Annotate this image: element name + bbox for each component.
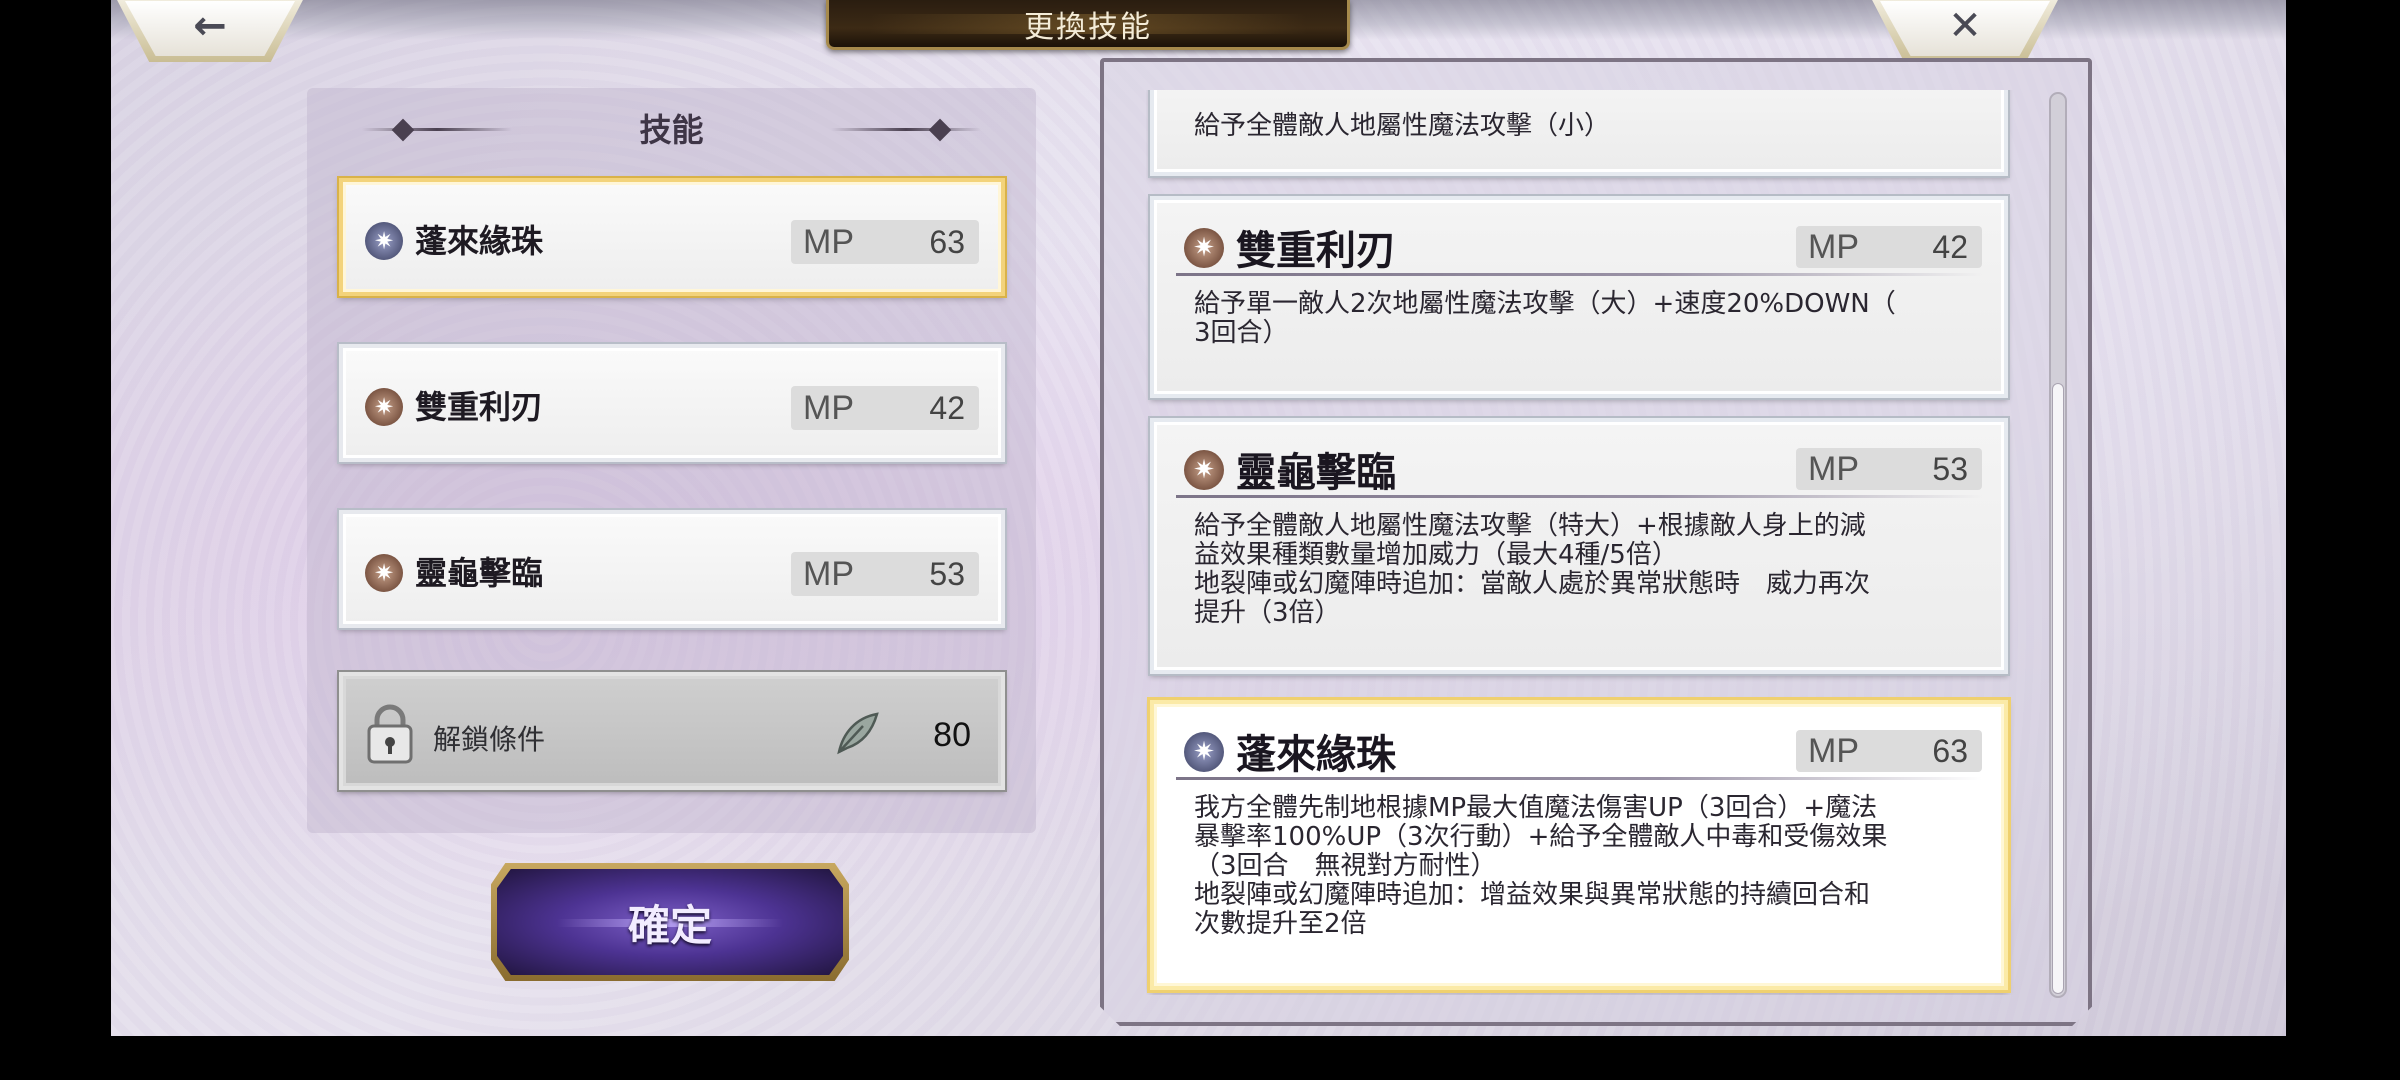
skill-list[interactable]: 給予全體敵人地屬性魔法攻擊（小） ✷ 雙重利刃 MP 42 給予單一敵人2次地屬… [1146,90,2016,995]
mp-label: MP [803,222,854,261]
mp-value: 53 [1932,450,1968,487]
skill-name: 靈龜擊臨 [415,554,544,592]
mp-value: 42 [929,389,965,426]
skill-description: 給予單一敵人2次地屬性魔法攻擊（大）+速度20%DOWN（ 3回合） [1194,289,1896,348]
panel-title: 技能 [639,111,704,149]
divider [1176,273,1982,276]
skill-list-item-selected[interactable]: ✷ 蓬來緣珠 MP 63 我方全體先制地根據MP最大值魔法傷害UP（3回合）+魔… [1150,700,2008,990]
earth-element-icon: ✷ [365,554,403,592]
mp-cost: MP 63 [791,220,979,264]
screen-title: 更換技能 [1024,9,1152,45]
skill-description: 給予全體敵人地屬性魔法攻擊（特大）+根據敵人身上的減 益效果種類數量增加威力（最… [1194,511,1871,628]
requirement-count: 80 [933,716,971,754]
equipped-skills-panel: 技能 ✷ 蓬來緣珠 MP 63 ✷ 雙重利刃 MP 42 ✷ 靈龜擊臨 MP 5… [307,88,1036,833]
divider [1176,495,1982,498]
header-ornament [362,128,512,131]
skill-slot-2[interactable]: ✷ 雙重利刃 MP 42 [339,344,1005,462]
mp-cost: MP 42 [1796,226,1982,268]
unlock-condition-label: 解鎖條件 [433,723,546,756]
scrollbar[interactable] [2049,92,2067,998]
skill-name: 蓬來緣珠 [1236,731,1396,778]
mp-label: MP [1808,227,1859,266]
skill-header: ✷ 雙重利刃 MP 42 [1154,200,2004,278]
mp-value: 63 [929,223,965,260]
mp-value: 63 [1932,732,1968,769]
skill-name: 雙重利刃 [1236,227,1396,274]
earth-element-icon: ✷ [365,388,403,426]
mp-cost: MP 42 [791,386,979,430]
skill-slot-1[interactable]: ✷ 蓬來緣珠 MP 63 [339,178,1005,296]
divider [1176,777,1982,780]
close-icon: ✕ [1948,3,1982,49]
mp-cost: MP 53 [1796,448,1982,490]
skill-list-item[interactable]: ✷ 雙重利刃 MP 42 給予單一敵人2次地屬性魔法攻擊（大）+速度20%DOW… [1150,196,2008,398]
water-element-icon: ✷ [365,222,403,260]
confirm-button-label: 確定 [627,900,712,950]
skill-name: 靈龜擊臨 [1236,449,1396,496]
left-arrow-icon: ← [193,3,227,49]
mp-label: MP [1808,449,1859,488]
skill-header: ✷ 靈龜擊臨 MP 53 [1154,422,2004,500]
locked-skill-slot[interactable]: 解鎖條件 80 [339,672,1005,790]
lock-icon [367,704,413,764]
feather-icon [837,712,879,755]
water-element-icon: ✷ [1184,732,1224,772]
earth-element-icon: ✷ [1184,450,1224,490]
header-ornament [391,118,415,142]
skill-header: ✷ 蓬來緣珠 MP 63 [1154,704,2004,782]
skill-description: 我方全體先制地根據MP最大值魔法傷害UP（3回合）+魔法 暴擊率100%UP（3… [1194,793,1888,939]
panel-header: 技能 [307,106,1036,150]
header-ornament [831,128,981,131]
earth-element-icon: ✷ [1184,228,1224,268]
skill-list-item[interactable]: ✷ 靈龜擊臨 MP 53 給予全體敵人地屬性魔法攻擊（特大）+根據敵人身上的減 … [1150,418,2008,674]
skill-name: 雙重利刃 [415,388,544,426]
confirm-button-face: 確定 [497,869,843,975]
skill-description: 給予全體敵人地屬性魔法攻擊（小） [1194,111,1611,141]
scrollbar-thumb[interactable] [2052,382,2064,994]
mp-label: MP [803,554,854,593]
mp-label: MP [1808,731,1859,770]
mp-label: MP [803,388,854,427]
confirm-button[interactable]: 確定 [491,863,849,981]
skill-list-item[interactable]: 給予全體敵人地屬性魔法攻擊（小） [1150,90,2008,176]
mp-value: 53 [929,555,965,592]
mp-value: 42 [1932,228,1968,265]
screen-title-plate: 更換技能 [826,0,1350,50]
skill-slot-3[interactable]: ✷ 靈龜擊臨 MP 53 [339,510,1005,628]
mp-cost: MP 63 [1796,730,1982,772]
skill-name: 蓬來緣珠 [415,222,544,260]
mp-cost: MP 53 [791,552,979,596]
